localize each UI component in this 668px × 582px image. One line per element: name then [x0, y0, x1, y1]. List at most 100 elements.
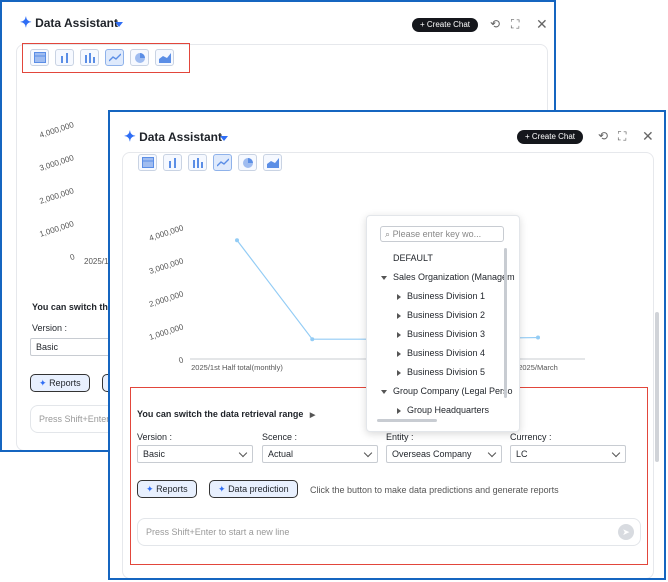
- data-point[interactable]: [235, 238, 239, 243]
- dropdown-option[interactable]: Business Division 4: [397, 348, 485, 358]
- dropdown-hscrollbar[interactable]: [377, 419, 437, 422]
- currency-value: LC: [516, 449, 528, 459]
- reports-label: Reports: [156, 484, 188, 494]
- chart-type-line-button[interactable]: [213, 154, 232, 171]
- dropdown-option-label: Business Division 2: [407, 310, 486, 320]
- dropdown-option-label: Group Company (Legal Perso: [393, 386, 513, 396]
- caret-right-icon[interactable]: [397, 331, 401, 338]
- scence-select[interactable]: Actual: [262, 445, 378, 463]
- dropdown-option[interactable]: Business Division 2: [397, 310, 485, 320]
- currency-select[interactable]: LC: [510, 445, 626, 463]
- dropdown-scrollbar[interactable]: [504, 248, 507, 398]
- chart-type-toolbar: [138, 154, 282, 171]
- version-select[interactable]: Basic: [137, 445, 253, 463]
- chart-type-grouped-bar-button[interactable]: [188, 154, 207, 171]
- history-icon[interactable]: ⟲: [598, 129, 608, 143]
- chart-type-table-button[interactable]: [138, 154, 157, 171]
- dropdown-option[interactable]: Sales Organization (Managem: [381, 272, 515, 282]
- reports-button[interactable]: ✦ Reports: [137, 480, 197, 498]
- dropdown-option-label: Business Division 1: [407, 291, 486, 301]
- assistant-title: Data Assistant: [35, 16, 118, 30]
- chevron-down-icon[interactable]: [115, 22, 123, 27]
- scrollbar[interactable]: [655, 312, 659, 462]
- caret-down-icon[interactable]: [381, 389, 387, 394]
- data-prediction-label: Data prediction: [228, 484, 289, 494]
- create-chat-button[interactable]: + Create Chat: [412, 18, 479, 32]
- chart-type-bar-button[interactable]: [163, 154, 182, 171]
- chevron-down-icon: [611, 448, 621, 458]
- pie-chart-icon: [242, 158, 253, 168]
- sparkle-icon: ✦: [124, 128, 136, 144]
- sparkle-icon: ✦: [39, 378, 47, 388]
- dropdown-option-label: Business Division 4: [407, 348, 486, 358]
- sparkle-icon: ✦: [146, 484, 154, 494]
- dropdown-option-label: Business Division 5: [407, 367, 486, 377]
- search-placeholder: Please enter key wo...: [392, 229, 482, 239]
- front-window: ✦ Data Assistant + Create Chat ⟲ ⛶ ✕ 0 1,…: [108, 110, 666, 580]
- dropdown-option[interactable]: Group Company (Legal Perso: [381, 386, 513, 396]
- chevron-down-icon: [487, 448, 497, 458]
- dropdown-option[interactable]: Business Division 5: [397, 367, 485, 377]
- caret-right-icon[interactable]: [397, 407, 401, 414]
- dropdown-option[interactable]: Business Division 3: [397, 329, 485, 339]
- fullscreen-icon[interactable]: ⛶: [618, 129, 626, 144]
- caret-right-icon[interactable]: [397, 293, 401, 300]
- chart-type-pie-button[interactable]: [238, 154, 257, 171]
- grouped-bar-chart-icon: [192, 158, 203, 168]
- close-icon[interactable]: ✕: [536, 16, 548, 33]
- create-chat-button[interactable]: + Create Chat: [517, 130, 584, 144]
- reports-button[interactable]: ✦ Reports: [30, 374, 90, 392]
- title-group[interactable]: ✦ Data Assistant: [20, 14, 118, 31]
- search-icon: ⌕: [385, 229, 391, 239]
- data-point[interactable]: [536, 335, 540, 340]
- version-value: Basic: [143, 449, 166, 459]
- y-tick-label: 1,000,000: [148, 322, 185, 342]
- dropdown-option[interactable]: Group Headquarters: [397, 405, 489, 415]
- entity-select[interactable]: Overseas Company: [386, 445, 502, 463]
- data-point[interactable]: [310, 337, 315, 342]
- chart-type-area-button[interactable]: [263, 154, 282, 171]
- dropdown-option-label: Business Division 3: [407, 329, 486, 339]
- dropdown-option-label: Group Headquarters: [407, 405, 490, 415]
- caret-right-icon[interactable]: [397, 369, 401, 376]
- history-icon[interactable]: ⟲: [490, 17, 500, 31]
- header: ✦ Data Assistant + Create Chat ⟲ ⛶ ✕: [2, 2, 554, 42]
- caret-right-icon[interactable]: [397, 312, 401, 319]
- version-label: Version :: [137, 432, 173, 442]
- table-chart-icon: [141, 157, 154, 168]
- chevron-right-icon: ▶: [309, 412, 316, 419]
- composer-placeholder: Press Shift+Enter to start a new line: [146, 527, 290, 537]
- range-heading-text: You can switch the data retrieval range: [137, 409, 304, 419]
- composer-input[interactable]: Press Shift+Enter to start a new line ➤: [137, 518, 641, 546]
- x-tick-label: 2025/March: [518, 363, 558, 372]
- scence-value: Actual: [268, 449, 294, 459]
- dropdown-search-input[interactable]: ⌕ Please enter key wo...: [380, 226, 504, 242]
- header: ✦ Data Assistant + Create Chat ⟲ ⛶ ✕: [110, 112, 664, 152]
- title-group[interactable]: ✦ Data Assistant: [124, 128, 222, 145]
- y-tick-label: 2,000,000: [148, 289, 185, 309]
- data-prediction-button[interactable]: ✦ Data prediction: [209, 480, 298, 498]
- chevron-down-icon: [363, 448, 373, 458]
- close-icon[interactable]: ✕: [642, 128, 654, 145]
- dropdown-option[interactable]: Business Division 1: [397, 291, 485, 301]
- version-select[interactable]: Basic: [30, 338, 120, 356]
- chevron-down-icon: [238, 448, 248, 458]
- version-value: Basic: [36, 342, 59, 352]
- y-tick-label: 4,000,000: [148, 223, 185, 243]
- caret-right-icon[interactable]: [397, 350, 401, 357]
- dropdown-option-label: DEFAULT: [393, 253, 433, 263]
- y-tick-label: 0: [178, 355, 186, 365]
- fullscreen-icon[interactable]: ⛶: [511, 17, 519, 32]
- caret-down-icon[interactable]: [381, 275, 387, 280]
- version-label: Version :: [32, 323, 68, 333]
- chevron-down-icon[interactable]: [220, 136, 228, 141]
- line-chart: 0 1,000,000 2,000,000 3,000,000 4,000,000 202…: [148, 223, 585, 372]
- entity-dropdown: ⌕ Please enter key wo... DEFAULT Sales Or…: [366, 215, 520, 432]
- entity-value: Overseas Company: [392, 449, 472, 459]
- send-icon[interactable]: ➤: [618, 524, 634, 540]
- reports-label: Reports: [49, 378, 81, 388]
- highlight-box-toolbar: [22, 43, 190, 73]
- line-chart-icon: [216, 158, 229, 167]
- range-heading[interactable]: You can switch the data retrieval range …: [137, 409, 315, 419]
- dropdown-option[interactable]: DEFAULT: [393, 253, 433, 263]
